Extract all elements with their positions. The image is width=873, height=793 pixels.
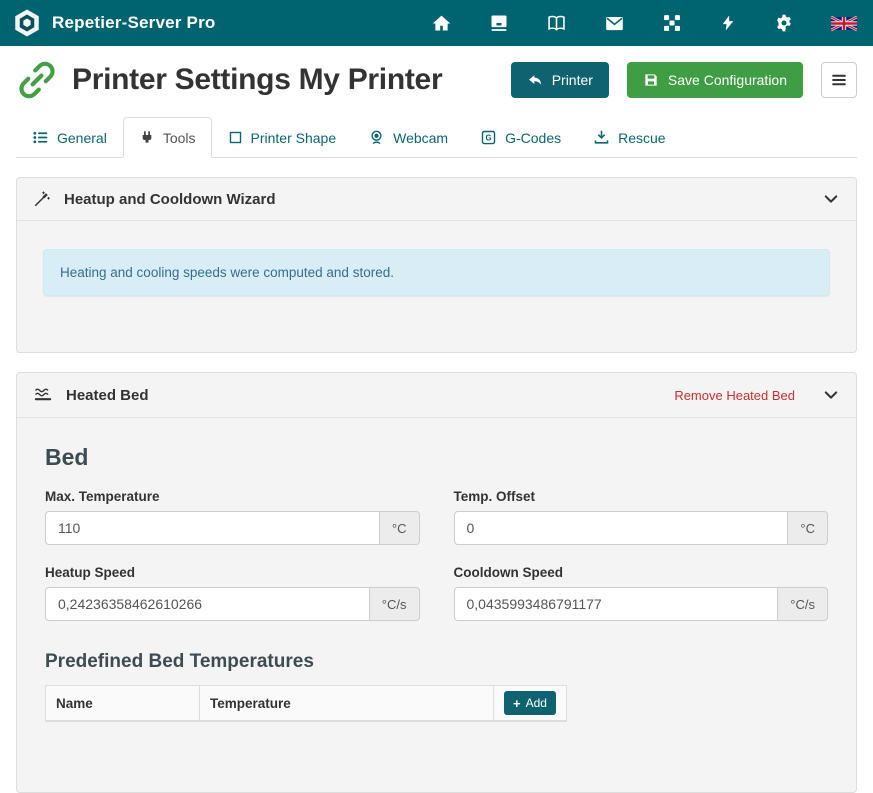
rescue-icon: [593, 129, 610, 146]
max-temperature-group: Max. Temperature °C: [45, 489, 420, 545]
chevron-down-icon: [822, 386, 840, 404]
back-arrow-icon: [527, 72, 543, 88]
webcam-icon: [368, 129, 385, 146]
heated-bed-panel-header[interactable]: Heated Bed Remove Heated Bed: [17, 373, 856, 418]
save-icon: [643, 72, 659, 88]
brand-title: Repetier-Server Pro: [52, 13, 215, 33]
column-header-temperature: Temperature: [200, 686, 494, 722]
tab-rescue[interactable]: Rescue: [577, 117, 681, 158]
heatup-speed-group: Heatup Speed °C/s: [45, 565, 420, 621]
bolt-icon[interactable]: [719, 13, 737, 33]
info-alert: Heating and cooling speeds were computed…: [43, 249, 830, 296]
tab-tools-label: Tools: [163, 130, 196, 146]
gear-icon[interactable]: [774, 13, 794, 33]
heated-bed-panel: Heated Bed Remove Heated Bed Bed Max. Te…: [16, 372, 857, 793]
bed-section-heading: Bed: [45, 444, 828, 471]
printer-button-label: Printer: [552, 72, 593, 88]
brand-link[interactable]: Repetier-Server Pro: [12, 8, 215, 38]
tab-printer-shape[interactable]: Printer Shape: [212, 117, 353, 158]
bed-form: Max. Temperature °C Temp. Offset °C Heat…: [45, 489, 828, 621]
cooldown-speed-group: Cooldown Speed °C/s: [454, 565, 829, 621]
wizard-panel-body: Heating and cooling speeds were computed…: [17, 221, 856, 352]
temp-offset-label: Temp. Offset: [454, 489, 829, 504]
heatup-speed-input[interactable]: [45, 587, 370, 621]
column-header-name: Name: [46, 686, 200, 722]
cooldown-speed-label: Cooldown Speed: [454, 565, 829, 580]
unit-addon-celsius-per-second: °C/s: [778, 587, 828, 621]
top-navbar: Repetier-Server Pro: [0, 0, 873, 46]
predefined-temps-heading: Predefined Bed Temperatures: [45, 651, 828, 673]
plus-icon: +: [513, 697, 521, 710]
unit-addon-celsius: °C: [380, 511, 420, 545]
heated-bed-panel-body: Bed Max. Temperature °C Temp. Offset °C …: [17, 418, 856, 792]
tab-gcodes[interactable]: G G-Codes: [464, 117, 577, 158]
page-title: Printer Settings My Printer: [72, 63, 442, 97]
apps-grid-icon[interactable]: [662, 13, 682, 33]
menu-button[interactable]: [821, 62, 857, 98]
unit-addon-celsius: °C: [788, 511, 828, 545]
save-configuration-button[interactable]: Save Configuration: [627, 62, 803, 98]
tab-general[interactable]: General: [16, 117, 123, 158]
tab-webcam[interactable]: Webcam: [352, 117, 464, 158]
table-header-row: Name Temperature + Add: [46, 686, 567, 722]
mail-icon[interactable]: [604, 13, 625, 34]
hamburger-icon: [830, 71, 848, 89]
cooldown-speed-input[interactable]: [454, 587, 779, 621]
tab-webcam-label: Webcam: [393, 130, 448, 146]
square-outline-icon: [228, 130, 243, 145]
unit-addon-celsius-per-second: °C/s: [370, 587, 420, 621]
max-temperature-input[interactable]: [45, 511, 380, 545]
temp-offset-input[interactable]: [454, 511, 789, 545]
language-flag-icon[interactable]: [831, 16, 857, 31]
heatup-wizard-panel: Heatup and Cooldown Wizard Heating and c…: [16, 177, 857, 353]
max-temperature-label: Max. Temperature: [45, 489, 420, 504]
tab-bar: General Tools Printer Shape Webcam G G-C…: [16, 117, 857, 158]
repetier-logo-icon: [12, 8, 42, 38]
wizard-panel-title: Heatup and Cooldown Wizard: [64, 191, 276, 208]
gcode-icon: G: [480, 129, 497, 146]
navbar-icon-group: [431, 13, 857, 34]
svg-text:G: G: [486, 134, 492, 143]
add-temperature-button[interactable]: + Add: [504, 691, 556, 715]
tab-general-label: General: [57, 130, 107, 146]
list-icon: [32, 129, 49, 146]
save-button-label: Save Configuration: [668, 72, 787, 88]
tab-printer-shape-label: Printer Shape: [251, 130, 337, 146]
printer-button[interactable]: Printer: [511, 62, 609, 98]
tab-rescue-label: Rescue: [618, 130, 665, 146]
printer-icon[interactable]: [489, 13, 509, 33]
predefined-temps-table: Name Temperature + Add: [45, 685, 567, 722]
header-buttons: Printer Save Configuration: [511, 62, 857, 98]
chevron-down-icon: [822, 190, 840, 208]
add-button-label: Add: [526, 696, 547, 710]
heated-bed-panel-title: Heated Bed: [66, 387, 149, 404]
column-header-add: + Add: [494, 686, 567, 722]
magic-wand-icon: [33, 190, 51, 208]
remove-heated-bed-link[interactable]: Remove Heated Bed: [674, 388, 795, 403]
temp-offset-group: Temp. Offset °C: [454, 489, 829, 545]
tab-tools[interactable]: Tools: [123, 117, 212, 158]
heatup-speed-label: Heatup Speed: [45, 565, 420, 580]
home-icon[interactable]: [431, 13, 452, 34]
link-chain-icon: [16, 59, 58, 101]
page-header: Printer Settings My Printer Printer Save…: [0, 46, 873, 109]
book-icon[interactable]: [546, 13, 567, 34]
tools-icon: [139, 130, 155, 146]
heated-bed-icon: [33, 385, 53, 405]
heatup-wizard-panel-header[interactable]: Heatup and Cooldown Wizard: [17, 178, 856, 221]
tab-gcodes-label: G-Codes: [505, 130, 561, 146]
